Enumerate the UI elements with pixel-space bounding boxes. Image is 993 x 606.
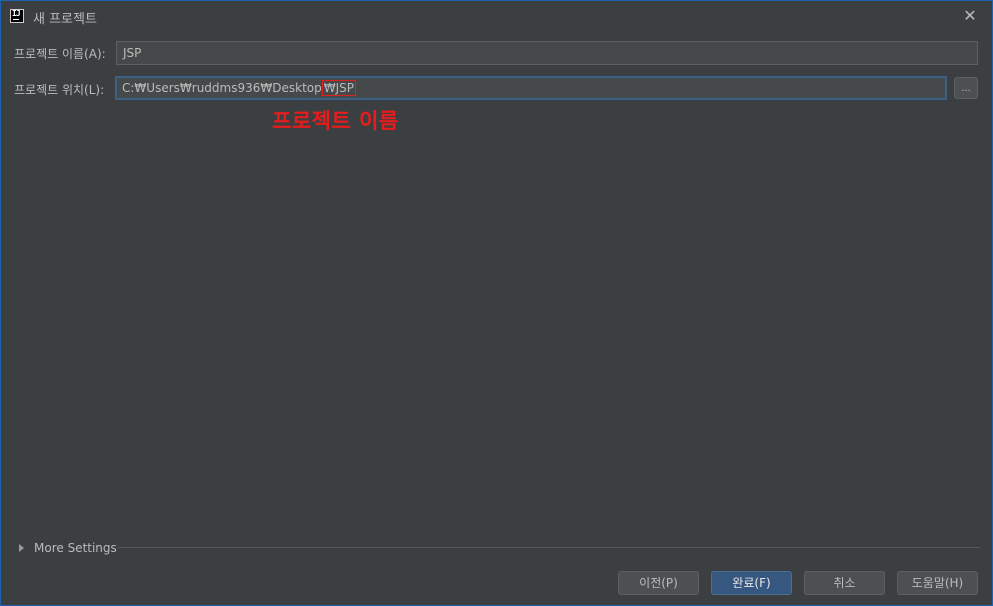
title-bar[interactable]: IJ 새 프로젝트 ✕	[1, 1, 992, 31]
close-icon[interactable]: ✕	[960, 6, 980, 26]
window-title: 새 프로젝트	[33, 12, 97, 27]
project-location-label: 프로젝트 위치(L):	[14, 83, 105, 97]
intellij-app-icon: IJ	[10, 9, 24, 23]
cancel-button[interactable]: 취소	[804, 571, 885, 595]
project-name-label: 프로젝트 이름(A):	[14, 47, 106, 61]
expand-triangle-icon	[19, 544, 24, 552]
browse-button[interactable]: ...	[954, 77, 978, 99]
location-path-prefix: C:₩Users₩ruddms936₩Desktop	[122, 81, 322, 95]
more-settings-toggle[interactable]: More Settings	[17, 539, 117, 557]
help-button[interactable]: 도움말(H)	[897, 571, 978, 595]
new-project-dialog: IJ 새 프로젝트 ✕ 프로젝트 이름(A): JSP 프로젝트 위치(L): …	[0, 0, 993, 606]
app-icon-bar	[13, 19, 19, 20]
project-location-input[interactable]: C:₩Users₩ruddms936₩Desktop ₩JSP	[115, 76, 947, 100]
project-name-input[interactable]: JSP	[116, 41, 978, 65]
more-settings-divider	[118, 547, 980, 548]
previous-button[interactable]: 이전(P)	[618, 571, 699, 595]
location-highlight-box: ₩JSP	[321, 80, 356, 96]
app-icon-glyph: IJ	[12, 9, 21, 18]
finish-button[interactable]: 완료(F)	[711, 571, 792, 595]
annotation-text: 프로젝트 이름	[272, 109, 399, 133]
more-settings-label: More Settings	[34, 541, 117, 555]
